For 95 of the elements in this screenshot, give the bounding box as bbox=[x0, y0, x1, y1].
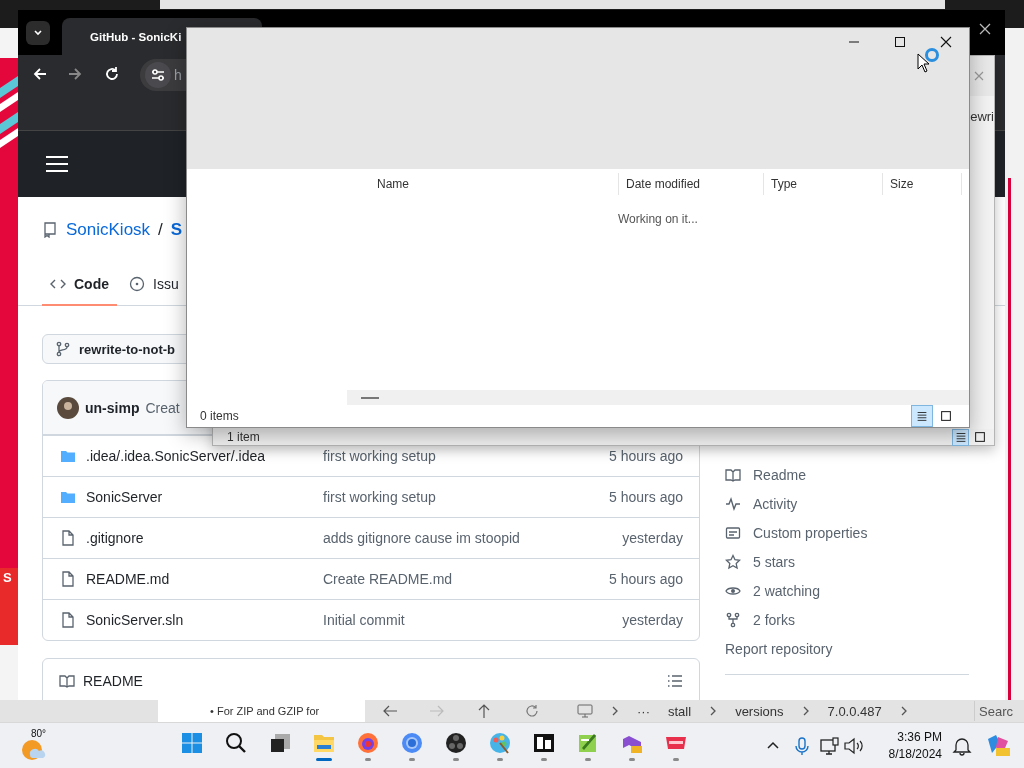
breadcrumb[interactable]: stall bbox=[668, 703, 692, 719]
app-icon[interactable] bbox=[444, 730, 468, 755]
chevron-icon bbox=[801, 706, 810, 716]
commit-message[interactable]: Create README.md bbox=[323, 571, 610, 587]
breadcrumb[interactable]: versions bbox=[735, 703, 784, 719]
avatar-icon bbox=[57, 396, 79, 419]
tab-list-button[interactable] bbox=[26, 20, 50, 45]
star-icon bbox=[725, 553, 741, 570]
folder-icon bbox=[60, 489, 76, 505]
cursor-icon bbox=[917, 53, 929, 73]
list-icon bbox=[915, 409, 929, 423]
close-icon[interactable] bbox=[940, 36, 952, 48]
tab-label: ewri bbox=[970, 109, 994, 124]
search-field[interactable]: Searc bbox=[974, 701, 1024, 721]
repo-name-link[interactable]: S bbox=[170, 220, 183, 240]
repo-icon bbox=[42, 222, 58, 238]
forward-icon[interactable] bbox=[67, 66, 83, 82]
column-header[interactable]: Type bbox=[763, 173, 882, 195]
menu-icon[interactable] bbox=[45, 155, 69, 173]
repo-tab[interactable]: Issu bbox=[121, 263, 187, 306]
volume-icon[interactable] bbox=[842, 735, 866, 756]
repo-owner-link[interactable]: SonicKiosk bbox=[66, 220, 151, 240]
pulse-icon bbox=[725, 495, 741, 512]
commit-message[interactable]: adds gitignore cause im stoopid bbox=[323, 530, 623, 546]
maximize-icon[interactable] bbox=[894, 36, 906, 48]
sidebar-link[interactable]: Custom properties bbox=[753, 524, 868, 541]
folder-icon bbox=[60, 448, 76, 464]
book-icon bbox=[59, 673, 75, 689]
bell-icon[interactable] bbox=[950, 735, 974, 756]
item-count: 1 item bbox=[227, 430, 260, 444]
details-view-button[interactable] bbox=[952, 428, 969, 446]
commit-time: 5 hours ago bbox=[609, 489, 683, 505]
search-icon[interactable] bbox=[224, 730, 248, 755]
more-button[interactable]: ··· bbox=[637, 703, 650, 719]
site-settings-icon[interactable] bbox=[145, 62, 171, 88]
file-icon bbox=[60, 571, 76, 587]
back-icon[interactable] bbox=[32, 66, 48, 82]
column-header[interactable]: Name bbox=[347, 173, 618, 195]
reload-icon[interactable] bbox=[104, 66, 120, 82]
scroll-thumb[interactable] bbox=[361, 395, 379, 400]
sidebar-link[interactable]: 2 forks bbox=[753, 611, 795, 628]
document-text: • For ZIP and GZIP for bbox=[210, 705, 320, 717]
sidebar-link[interactable]: 5 stars bbox=[753, 553, 795, 570]
path-separator: / bbox=[158, 220, 163, 240]
commit-time: 5 hours ago bbox=[609, 448, 683, 464]
commit-time: yesterday bbox=[622, 612, 683, 628]
network-icon[interactable] bbox=[818, 735, 842, 756]
issue-icon bbox=[129, 275, 145, 292]
repo-tab[interactable]: Code bbox=[42, 263, 117, 306]
branch-icon bbox=[55, 341, 71, 357]
book-icon bbox=[725, 466, 741, 483]
file-name[interactable]: SonicServer bbox=[86, 489, 323, 505]
column-header[interactable]: Date modified bbox=[618, 173, 763, 195]
commit-time: 5 hours ago bbox=[609, 571, 683, 587]
readme-title: README bbox=[83, 673, 143, 689]
chevron-icon bbox=[611, 706, 619, 716]
sidebar-link[interactable]: Activity bbox=[753, 495, 798, 512]
commit-author[interactable]: un-simp bbox=[85, 399, 140, 416]
fork-icon bbox=[725, 611, 741, 628]
commit-message[interactable]: Creat bbox=[145, 399, 180, 416]
chevron-icon bbox=[709, 706, 718, 716]
square-icon bbox=[972, 430, 987, 444]
commit-time: yesterday bbox=[622, 530, 683, 546]
start-icon[interactable] bbox=[180, 730, 204, 755]
file-icon bbox=[60, 612, 76, 628]
file-name[interactable]: .idea/.idea.SonicServer/.idea bbox=[86, 448, 323, 464]
file-name[interactable]: SonicServer.sln bbox=[86, 612, 323, 628]
note-icon bbox=[725, 524, 741, 541]
window-text: S bbox=[3, 570, 12, 585]
commit-message[interactable]: Initial commit bbox=[323, 612, 623, 628]
column-header[interactable]: Size bbox=[882, 173, 962, 195]
item-count: 0 items bbox=[200, 409, 239, 423]
up-icon[interactable] bbox=[477, 703, 491, 719]
chevron-down-icon[interactable] bbox=[33, 27, 43, 38]
status-message: Working on it... bbox=[618, 212, 698, 226]
close-icon[interactable] bbox=[979, 23, 991, 35]
details-view-button[interactable] bbox=[911, 405, 933, 427]
file-icon bbox=[60, 530, 76, 546]
refresh-icon[interactable] bbox=[525, 704, 539, 718]
file-name[interactable]: .gitignore bbox=[86, 530, 323, 546]
sidebar-link[interactable]: Report repository bbox=[725, 640, 833, 657]
square-icon bbox=[939, 409, 953, 423]
sidebar-link[interactable]: Readme bbox=[753, 466, 806, 483]
sidebar-link[interactable]: 2 watching bbox=[753, 582, 820, 599]
clock[interactable]: 3:36 PM 8/18/2024 bbox=[870, 728, 942, 763]
file-name[interactable]: README.md bbox=[86, 571, 323, 587]
temperature: 80° bbox=[31, 727, 47, 739]
monitor-icon[interactable] bbox=[577, 704, 593, 718]
outline-icon[interactable] bbox=[667, 673, 683, 689]
chevron-icon bbox=[899, 706, 908, 716]
scrollbar[interactable] bbox=[347, 390, 969, 405]
busy-icon bbox=[924, 47, 940, 63]
commit-message[interactable]: first working setup bbox=[323, 489, 610, 505]
breadcrumb[interactable]: 7.0.0.487 bbox=[827, 703, 882, 719]
commit-message[interactable]: first working setup bbox=[323, 448, 610, 464]
